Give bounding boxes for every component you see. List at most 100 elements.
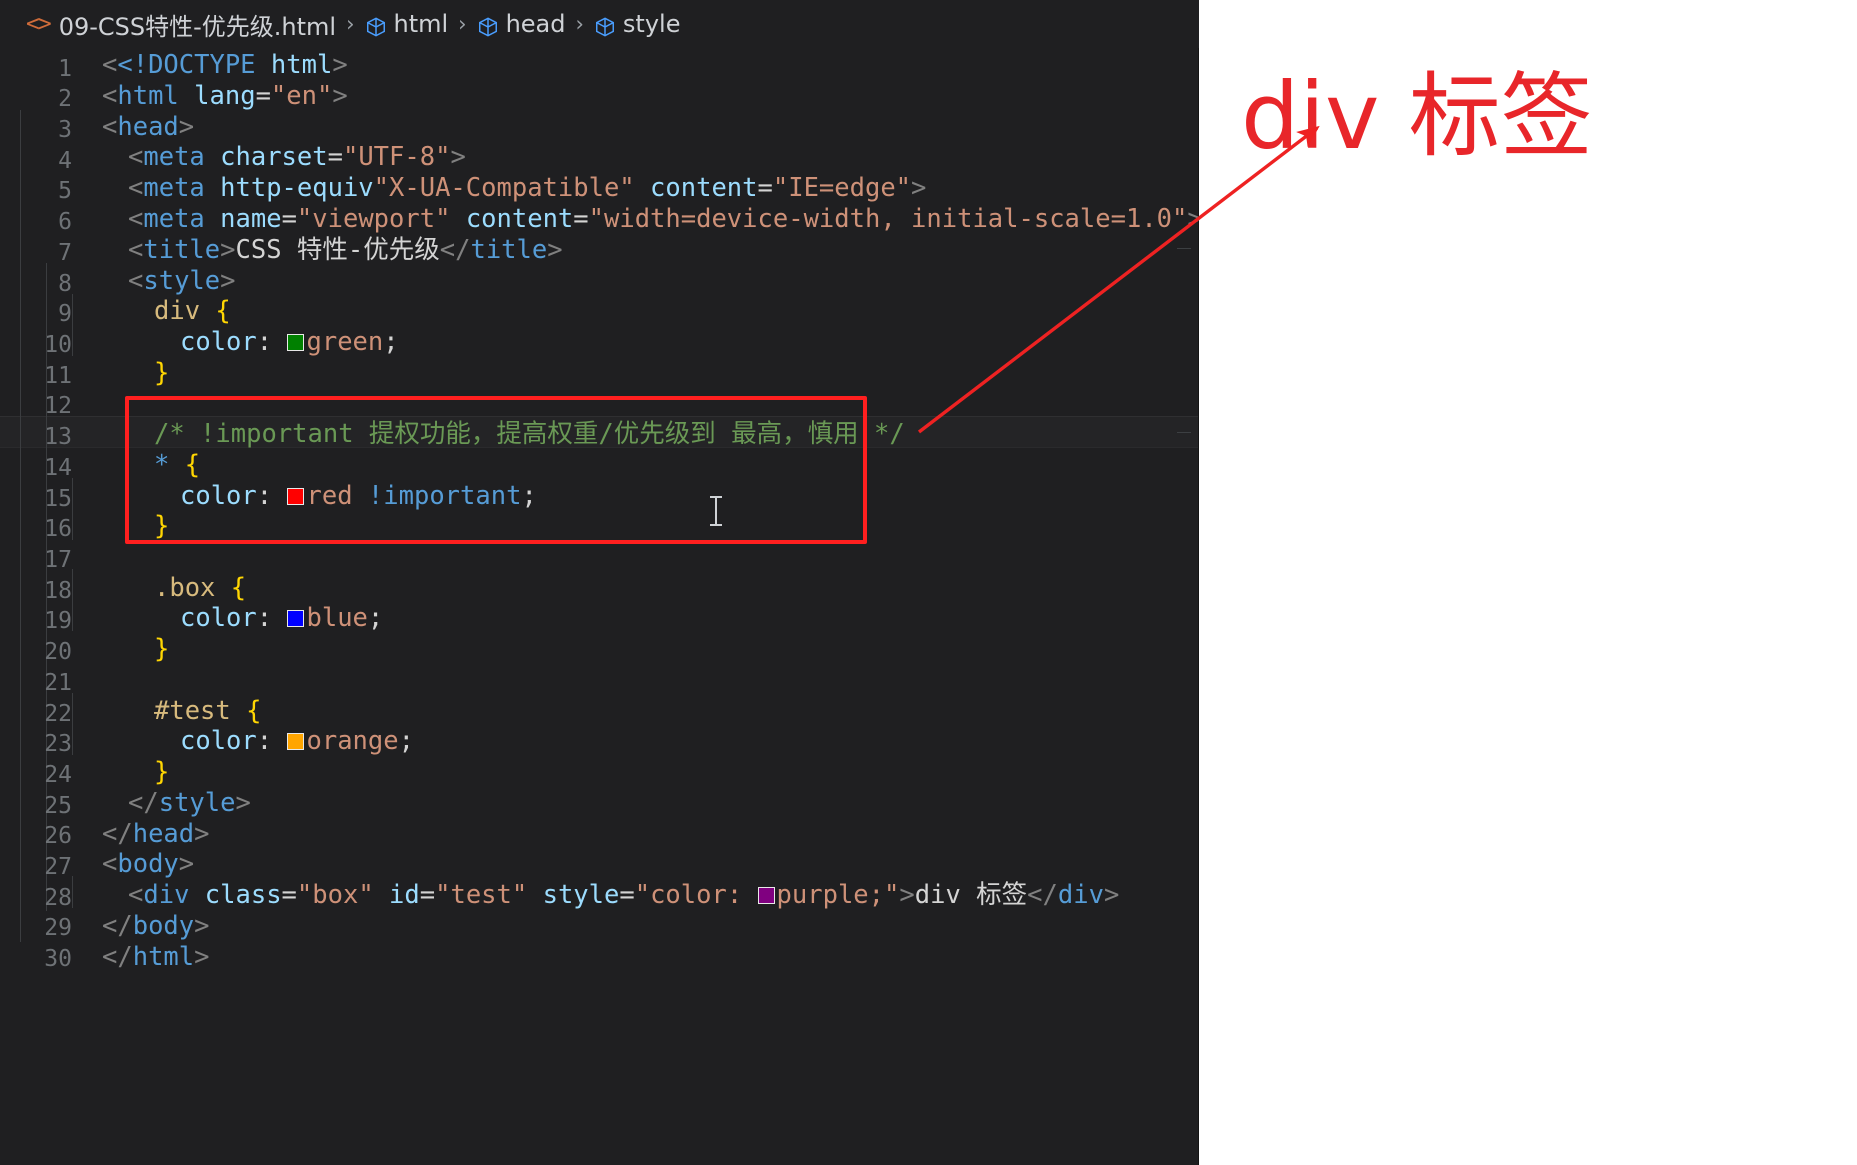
- token-str-style-prefix: "color:: [634, 880, 758, 910]
- code-line-7[interactable]: <title>CSS 特性-优先级</title>: [128, 235, 563, 266]
- code-line-26[interactable]: </head>: [102, 819, 210, 850]
- browser-preview-pane: div 标签: [917, 0, 1857, 1165]
- line-number: 2: [58, 86, 72, 112]
- token-tag-head: head: [117, 112, 179, 142]
- token-prop-color: color: [180, 726, 257, 756]
- code-line-28[interactable]: <div class="box" id="test" style="color:…: [128, 880, 1119, 911]
- code-line-1[interactable]: <<!DOCTYPE html>: [102, 50, 348, 81]
- token-attr-id: id: [389, 880, 420, 910]
- code-line-18[interactable]: .box {: [154, 573, 246, 604]
- token-angle: </: [128, 788, 159, 818]
- token-angle: >: [899, 880, 915, 910]
- token-angle: <: [128, 142, 144, 172]
- token-tag-body: body: [117, 849, 179, 879]
- token-tag-style: style: [143, 266, 221, 296]
- token-angle: <: [102, 112, 118, 142]
- code-line-10[interactable]: color: green;: [180, 327, 399, 358]
- line-number: 12: [44, 393, 72, 419]
- breadcrumb-item-head[interactable]: head: [477, 10, 566, 38]
- token-angle: >: [178, 849, 195, 879]
- code-line-5[interactable]: <meta http-equiv"X-UA-Compatible" conten…: [128, 173, 926, 204]
- code-line-15[interactable]: color: red !important;: [180, 481, 537, 512]
- token-angle: <: [128, 880, 144, 910]
- breadcrumb-label-head: head: [505, 10, 566, 38]
- line-number: 26: [44, 823, 72, 849]
- token-prop-color: color: [180, 481, 257, 511]
- code-line-24[interactable]: }: [154, 757, 169, 788]
- cube-icon: [594, 16, 616, 38]
- code-line-27[interactable]: <body>: [102, 849, 194, 880]
- token-tag-style-close: style: [158, 788, 236, 818]
- code-line-16[interactable]: }: [154, 511, 169, 542]
- code-line-23[interactable]: color: orange;: [180, 726, 414, 757]
- code-line-2[interactable]: <html lang="en">: [102, 81, 348, 112]
- token-tag-meta: meta: [143, 204, 205, 234]
- line-number: 24: [44, 762, 72, 788]
- code-line-3[interactable]: <head>: [102, 112, 194, 143]
- token-angle: >: [1103, 880, 1120, 910]
- token-brace-open: {: [230, 573, 247, 603]
- token-attr-content: content: [650, 173, 758, 203]
- color-swatch-orange[interactable]: [287, 733, 305, 750]
- line-number: 30: [44, 946, 72, 972]
- code-line-20[interactable]: }: [154, 634, 169, 665]
- token-str-viewport: "viewport": [296, 204, 451, 234]
- token-selector-box: .box: [154, 573, 216, 603]
- code-line-8[interactable]: <style>: [128, 266, 235, 297]
- line-number: 10: [44, 332, 72, 358]
- token-eq: =: [757, 173, 773, 203]
- color-swatch-red[interactable]: [287, 488, 305, 505]
- code-line-25[interactable]: </style>: [128, 788, 251, 819]
- line-number: 16: [44, 516, 72, 542]
- token-angle: </: [102, 942, 133, 972]
- code-line-11[interactable]: }: [154, 358, 169, 389]
- token-attr-name: name: [220, 204, 282, 234]
- code-line-9[interactable]: div {: [154, 296, 231, 327]
- token-value-green: green: [306, 327, 384, 357]
- code-line-30[interactable]: </html>: [102, 942, 210, 973]
- token-eq: =: [419, 880, 436, 910]
- text-cursor-ibeam: [710, 496, 722, 526]
- line-number: 23: [44, 731, 72, 757]
- line-number: 28: [44, 885, 72, 911]
- token-angle: <: [102, 50, 118, 80]
- line-number: 17: [44, 547, 72, 573]
- token-prop-color: color: [180, 327, 257, 357]
- code-line-14[interactable]: * {: [154, 450, 200, 481]
- breadcrumb-item-style[interactable]: style: [594, 10, 680, 38]
- token-angle: >: [547, 235, 563, 265]
- token-angle: </: [102, 911, 133, 941]
- line-number: 25: [44, 793, 72, 819]
- line-number: 6: [58, 209, 72, 235]
- token-semicolon: ;: [398, 726, 414, 756]
- token-brace-close: }: [154, 358, 170, 388]
- token-eq: =: [327, 142, 343, 172]
- line-number: 5: [58, 178, 72, 204]
- token-angle: >: [220, 235, 236, 265]
- token-brace-close: }: [154, 511, 170, 541]
- token-eq: =: [619, 880, 635, 910]
- breadcrumb-separator-1: ›: [346, 12, 355, 36]
- token-angle: >: [178, 112, 195, 142]
- token-eq: =: [281, 204, 297, 234]
- token-tag-meta: meta: [143, 142, 205, 172]
- breadcrumb-label-html: html: [393, 10, 449, 38]
- app-root: <> 09-CSS特性-优先级.html › html › head › sty…: [0, 0, 1857, 1165]
- code-line-19[interactable]: color: blue;: [180, 603, 383, 634]
- code-line-22[interactable]: #test {: [154, 696, 261, 727]
- line-number: 21: [44, 670, 72, 696]
- line-number: 13: [44, 424, 72, 450]
- code-line-13[interactable]: /* !important 提权功能，提高权重/优先级到 最高，慎用 */: [154, 419, 905, 450]
- code-line-4[interactable]: <meta charset="UTF-8">: [128, 142, 466, 173]
- color-swatch-green[interactable]: [287, 334, 305, 351]
- breadcrumb-item-html[interactable]: html: [365, 10, 449, 38]
- token-attr-style: style: [542, 880, 620, 910]
- breadcrumb[interactable]: <> 09-CSS特性-优先级.html › html › head › sty…: [0, 0, 1199, 48]
- code-line-29[interactable]: </body>: [102, 911, 210, 942]
- code-file-icon: <>: [26, 11, 52, 37]
- breadcrumb-file-name[interactable]: 09-CSS特性-优先级.html: [59, 7, 336, 42]
- token-tag-div-close: div: [1057, 880, 1104, 910]
- color-swatch-blue[interactable]: [287, 610, 305, 627]
- color-swatch-purple[interactable]: [757, 887, 775, 904]
- token-angle: <: [102, 849, 118, 879]
